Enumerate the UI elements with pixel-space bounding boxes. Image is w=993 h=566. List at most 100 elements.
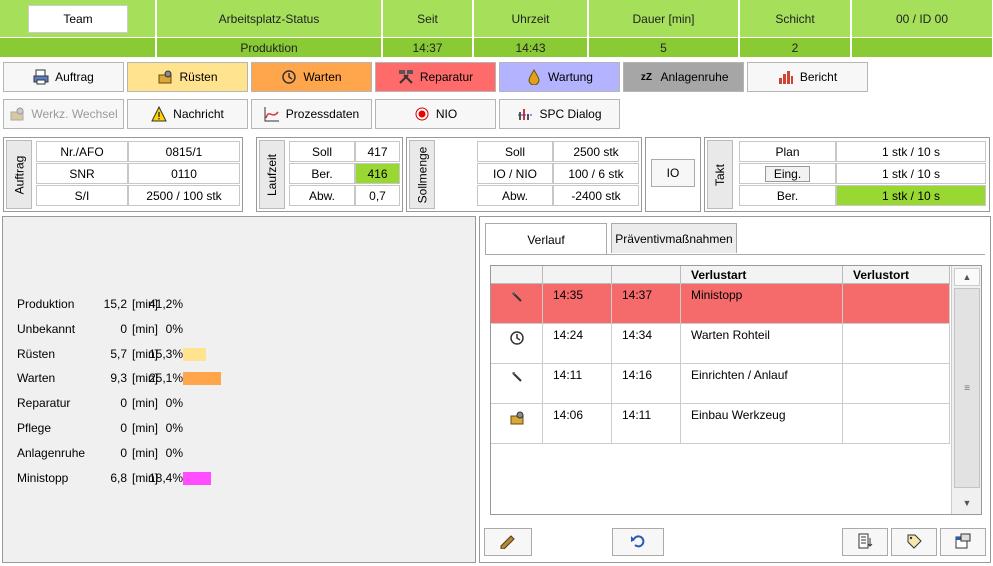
bericht-button[interactable]: Bericht [747, 62, 868, 92]
history-cell-icon [491, 324, 543, 364]
breakdown-value: 0 [120, 446, 127, 460]
nachricht-label: Nachricht [173, 107, 224, 121]
breakdown-percent: 0% [165, 421, 183, 435]
history-header-icon [491, 266, 543, 284]
auftrag-label: Auftrag [55, 70, 94, 84]
scroll-down-icon[interactable]: ▼ [954, 494, 980, 512]
bericht-label: Bericht [799, 70, 838, 84]
team-button[interactable]: Team [28, 5, 128, 33]
breakdown-label: Reparatur [17, 396, 71, 410]
spc-dialog-label: SPC Dialog [539, 107, 602, 121]
history-row[interactable]: 14:35 14:37 Ministopp [491, 284, 950, 324]
auftrag-button[interactable]: Auftrag [3, 62, 124, 92]
auftrag-value-si: 2500 / 100 stk [128, 185, 240, 206]
history-cell-verlustort [843, 324, 950, 364]
io-panel: IO [645, 137, 701, 212]
sollmenge-panel-title: Sollmenge [409, 140, 435, 209]
tag-button[interactable] [891, 528, 937, 556]
history-scrollbar[interactable]: ▲ ≡ ▼ [951, 266, 981, 514]
sollmenge-label-abw: Abw. [477, 185, 553, 206]
history-cell-from: 14:11 [543, 364, 612, 404]
nachricht-button[interactable]: Nachricht [127, 99, 248, 129]
tools-icon [398, 69, 414, 85]
nio-button[interactable]: NIO [375, 99, 496, 129]
header-label-dauer: Dauer [min] [589, 0, 739, 37]
sollmenge-label-io-nio: IO / NIO [477, 163, 553, 184]
sollmenge-label-soll: Soll [477, 141, 553, 162]
takt-value-ber: 1 stk / 10 s [836, 185, 986, 206]
history-cell-icon [491, 404, 543, 444]
laufzeit-panel: Laufzeit Soll 417 Ber. 416 Abw. 0,7 [256, 137, 403, 212]
header-value-id [852, 38, 993, 57]
scroll-up-icon[interactable]: ▲ [954, 268, 980, 286]
wartung-button[interactable]: Wartung [499, 62, 620, 92]
breakdown-value: 9,3 [110, 371, 127, 385]
auftrag-label-si: S/I [36, 185, 128, 206]
history-cell-to: 14:34 [612, 324, 681, 364]
breakdown-bar [183, 472, 211, 485]
header-label-uhrzeit: Uhrzeit [474, 0, 588, 37]
record-icon [414, 106, 430, 122]
scroll-thumb[interactable]: ≡ [954, 288, 980, 488]
loss-breakdown-panel: Produktion 15,2 [min] 41,2% Unbekannt 0 [min] 0… [2, 216, 476, 563]
history-row[interactable]: 14:24 14:34 Warten Rohteil [491, 324, 950, 364]
spc-dialog-button[interactable]: SPC Dialog [499, 99, 620, 129]
history-cell-from: 14:06 [543, 404, 612, 444]
laufzeit-value-soll: 417 [355, 141, 400, 162]
undo-button[interactable] [612, 528, 664, 556]
takt-eing-button[interactable]: Eing. [764, 165, 811, 182]
breakdown-percent: 18,4% [148, 471, 183, 485]
anlagenruhe-button[interactable]: zZ Anlagenruhe [623, 62, 744, 92]
auftrag-value-nr: 0815/1 [128, 141, 240, 162]
io-button[interactable]: IO [651, 159, 695, 187]
wait-icon [509, 330, 525, 360]
warten-button[interactable]: Warten [251, 62, 372, 92]
history-row[interactable]: 14:11 14:16 Einrichten / Anlauf [491, 364, 950, 404]
warning-icon [151, 106, 167, 122]
prozessdaten-button[interactable]: Prozessdaten [251, 99, 372, 129]
reparatur-button[interactable]: Reparatur [375, 62, 496, 92]
history-cell-verlustort [843, 284, 950, 324]
edit-button[interactable] [484, 528, 532, 556]
breakdown-label: Ministopp [17, 471, 69, 485]
report-icon [778, 69, 794, 85]
history-cell-to: 14:37 [612, 284, 681, 324]
breakdown-label: Rüsten [17, 347, 56, 361]
breakdown-percent: 41,2% [148, 297, 183, 311]
history-table: Verlustart Verlustort 14:35 14:37 Ministop… [490, 265, 982, 515]
laufzeit-label-abw: Abw. [289, 185, 355, 206]
ruesten-label: Rüsten [179, 70, 218, 84]
history-cell-verlustart: Einbau Werkzeug [681, 404, 843, 444]
history-row[interactable]: 14:06 14:11 Einbau Werkzeug [491, 404, 950, 444]
laufzeit-panel-title: Laufzeit [259, 140, 285, 209]
breakdown-value: 15,2 [103, 297, 127, 311]
laufzeit-label-soll: Soll [289, 141, 355, 162]
tab-praeventivmassnahmen[interactable]: Präventivmaßnahmen [611, 223, 737, 253]
history-cell-verlustort [843, 404, 950, 444]
history-header-verlustart: Verlustart [681, 266, 843, 284]
export-button[interactable] [842, 528, 888, 556]
printer-icon [33, 69, 49, 85]
ruesten-button[interactable]: Rüsten [127, 62, 248, 92]
anlagenruhe-label: Anlagenruhe [660, 70, 729, 84]
history-cell-to: 14:11 [612, 404, 681, 444]
header-label-seit: Seit [383, 0, 473, 37]
header-team-subcell [0, 38, 156, 57]
tab-divider [485, 254, 985, 255]
header-value-dauer: 5 [589, 38, 739, 57]
takt-label-ber: Ber. [739, 185, 836, 206]
werkzeug-wechsel-label: Werkz. Wechsel [31, 107, 118, 121]
history-cell-from: 14:35 [543, 284, 612, 324]
werkzeug-wechsel-button[interactable]: Werkz. Wechsel [3, 99, 124, 129]
breakdown-bar [183, 372, 221, 385]
oil-drop-icon [526, 69, 542, 85]
breakdown-percent: 0% [165, 446, 183, 460]
tab-verlauf[interactable]: Verlauf [485, 223, 607, 255]
history-cell-to: 14:16 [612, 364, 681, 404]
history-header-to [612, 266, 681, 284]
sleep-icon: zZ [640, 71, 653, 83]
setup-icon [157, 69, 173, 85]
prozessdaten-label: Prozessdaten [285, 107, 360, 121]
reparatur-label: Reparatur [419, 70, 474, 84]
window-button[interactable] [940, 528, 986, 556]
